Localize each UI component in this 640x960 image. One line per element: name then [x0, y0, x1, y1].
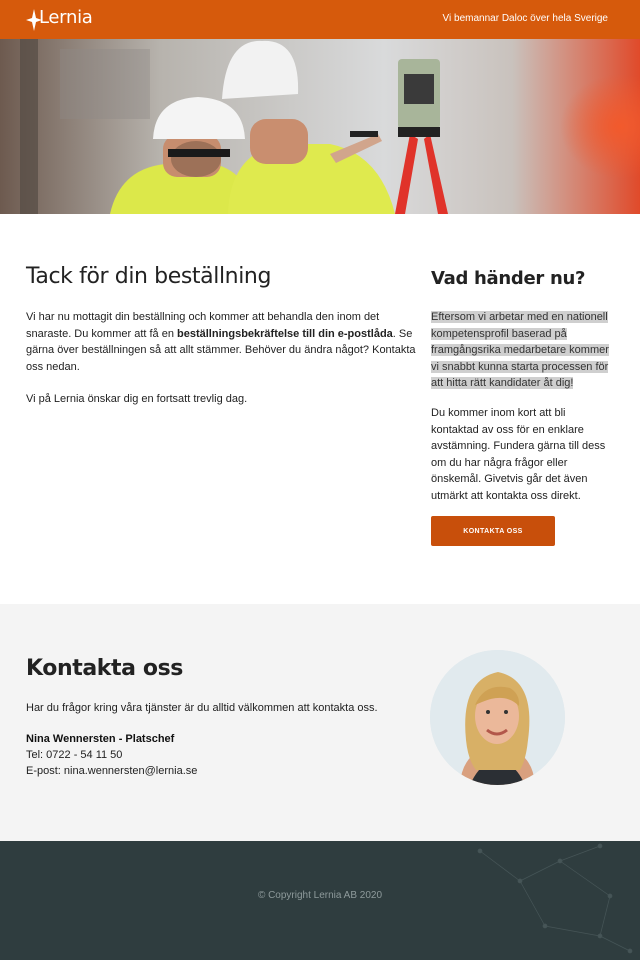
thanks-message: Vi har nu mottagit din beställning och k…: [26, 309, 418, 408]
hero-image: [0, 39, 640, 214]
contact-phone[interactable]: Tel: 0722 - 54 11 50: [26, 749, 122, 761]
next-steps-title: Vad händer nu?: [431, 268, 586, 289]
thanks-paragraph-1: Vi har nu mottagit din beställning och k…: [26, 309, 418, 375]
construction-workers-image: [0, 39, 640, 214]
contact-section: Kontakta oss Har du frågor kring våra tj…: [0, 604, 640, 841]
contact-name: Nina Wennersten - Platschef: [26, 733, 175, 745]
header-bar: Lernia Vi bemannar Daloc över hela Sveri…: [0, 0, 640, 39]
contact-title: Kontakta oss: [26, 656, 183, 681]
contact-portrait-image: [430, 650, 565, 785]
header-tagline: Vi bemannar Daloc över hela Sverige: [442, 13, 608, 24]
thanks-paragraph-2: Vi på Lernia önskar dig en fortsatt trev…: [26, 393, 248, 405]
contact-intro: Har du frågor kring våra tjänster är du …: [26, 702, 378, 714]
footer: © Copyright Lernia AB 2020: [0, 841, 640, 960]
contact-email[interactable]: E-post: nina.wennersten@lernia.se: [26, 765, 197, 777]
avatar: [430, 650, 565, 785]
contact-us-button[interactable]: KONTAKTA OSS: [431, 516, 555, 546]
next-steps-highlight: Eftersom vi arbetar med en nationell kom…: [431, 309, 615, 392]
highlighted-text: Eftersom vi arbetar med en nationell kom…: [431, 311, 609, 389]
logo-text: Lernia: [39, 7, 93, 28]
copyright-text: © Copyright Lernia AB 2020: [257, 890, 383, 901]
next-steps-body: Du kommer inom kort att bli kontaktad av…: [431, 407, 606, 502]
thanks-title: Tack för din beställning: [26, 264, 272, 289]
thanks-p1-bold: beställningsbekräftelse till din e-postl…: [177, 327, 393, 340]
